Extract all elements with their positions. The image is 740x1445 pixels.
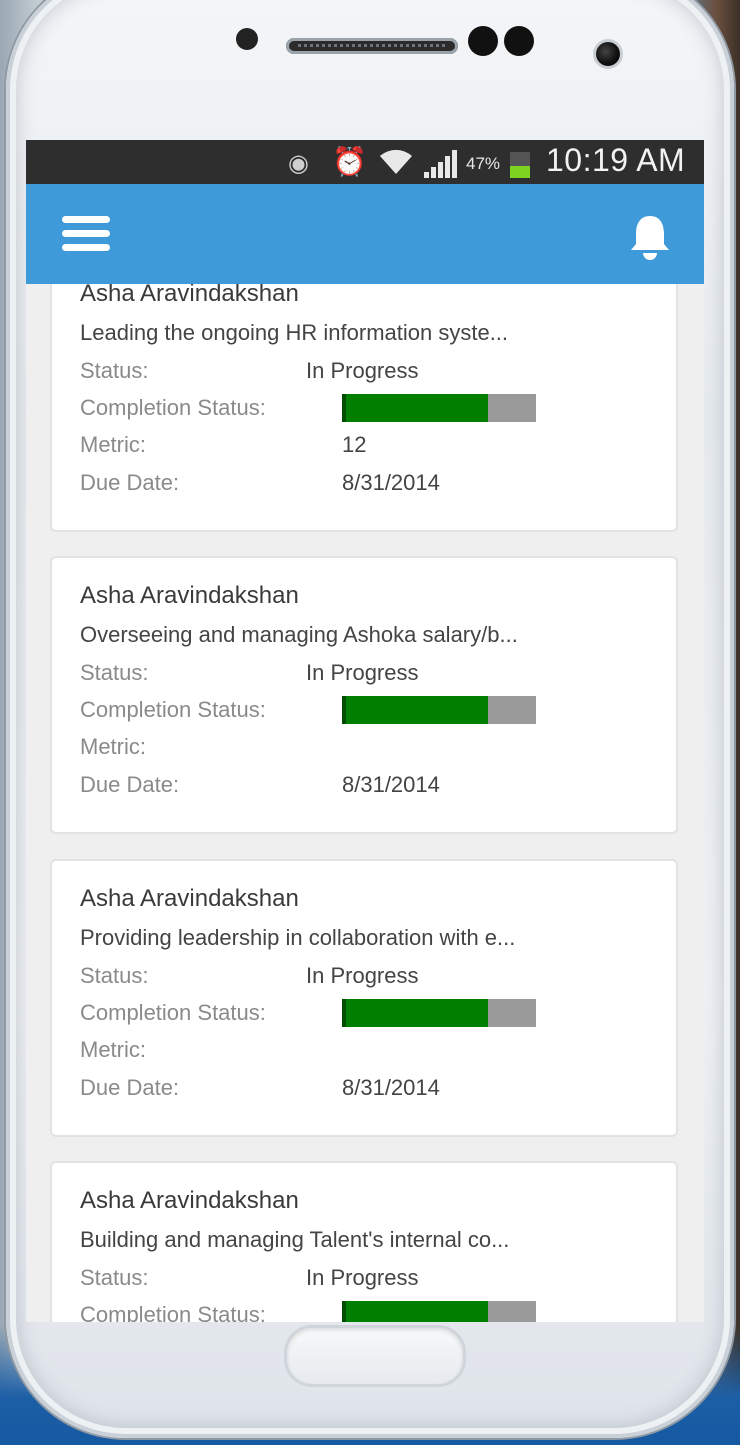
card-description: Leading the ongoing HR information syste… <box>80 320 509 345</box>
app-bar <box>26 184 704 284</box>
clock: 10:19 AM <box>546 142 686 178</box>
card-owner-name: Asha Aravindakshan <box>80 1187 299 1214</box>
completion-progress-bar <box>342 999 536 1027</box>
card-owner-name: Asha Aravindakshan <box>80 582 299 609</box>
due-date-label: Due Date: <box>80 772 180 797</box>
status-value: In Progress <box>306 1265 419 1290</box>
status-value: In Progress <box>306 963 419 988</box>
progress-fill <box>342 1301 488 1322</box>
proximity-sensor <box>468 26 498 56</box>
completion-progress-bar <box>342 696 536 724</box>
due-date-label: Due Date: <box>80 1075 180 1100</box>
card-description: Overseeing and managing Ashoka salary/b.… <box>80 622 518 647</box>
objective-card[interactable]: Asha Aravindakshan Leading the ongoing H… <box>50 284 678 532</box>
card-owner-name: Asha Aravindakshan <box>80 885 299 912</box>
status-label: Status: <box>80 358 149 383</box>
completion-status-label: Completion Status: <box>80 395 266 420</box>
card-description: Building and managing Talent's internal … <box>80 1227 510 1252</box>
status-bar: ◉ ⏰ 47% 10:19 AM <box>26 140 704 184</box>
progress-fill <box>342 999 488 1027</box>
alarm-icon: ⏰ <box>332 146 367 177</box>
status-label: Status: <box>80 963 149 988</box>
progress-fill <box>342 394 488 422</box>
completion-status-label: Completion Status: <box>80 1000 266 1025</box>
due-date-value: 8/31/2014 <box>342 772 440 797</box>
phone-screen: ◉ ⏰ 47% 10:19 AM Asha Aravindakshan Lead… <box>26 140 704 1322</box>
earpiece-speaker <box>286 38 458 54</box>
metric-label: Metric: <box>80 432 146 457</box>
metric-label: Metric: <box>80 734 146 759</box>
status-label: Status: <box>80 660 149 685</box>
eye-icon: ◉ <box>288 150 309 177</box>
card-description: Providing leadership in collaboration wi… <box>80 925 516 950</box>
battery-percent: 47% <box>466 154 501 173</box>
completion-progress-bar <box>342 394 536 422</box>
due-date-label: Due Date: <box>80 470 180 495</box>
light-sensor <box>504 26 534 56</box>
objective-card[interactable]: Asha Aravindakshan Building and managing… <box>50 1161 678 1322</box>
due-date-value: 8/31/2014 <box>342 1075 440 1100</box>
completion-status-label: Completion Status: <box>80 1302 266 1322</box>
status-value: In Progress <box>306 358 419 383</box>
hamburger-menu-icon[interactable] <box>62 216 110 252</box>
front-sensor-dot <box>236 28 258 50</box>
wifi-icon <box>378 146 414 183</box>
battery-icon <box>510 152 530 178</box>
progress-fill <box>342 696 488 724</box>
objective-card[interactable]: Asha Aravindakshan Overseeing and managi… <box>50 556 678 834</box>
due-date-value: 8/31/2014 <box>342 470 440 495</box>
front-camera <box>596 42 620 66</box>
objectives-list: Asha Aravindakshan Leading the ongoing H… <box>26 284 704 1322</box>
signal-icon <box>424 150 460 178</box>
metric-value: 12 <box>342 432 367 457</box>
bell-icon[interactable] <box>628 212 672 260</box>
objective-card[interactable]: Asha Aravindakshan Providing leadership … <box>50 859 678 1137</box>
status-label: Status: <box>80 1265 149 1290</box>
completion-status-label: Completion Status: <box>80 697 266 722</box>
metric-label: Metric: <box>80 1037 146 1062</box>
home-button[interactable] <box>284 1325 466 1387</box>
card-owner-name: Asha Aravindakshan <box>80 284 299 307</box>
completion-progress-bar <box>342 1301 536 1322</box>
status-value: In Progress <box>306 660 419 685</box>
